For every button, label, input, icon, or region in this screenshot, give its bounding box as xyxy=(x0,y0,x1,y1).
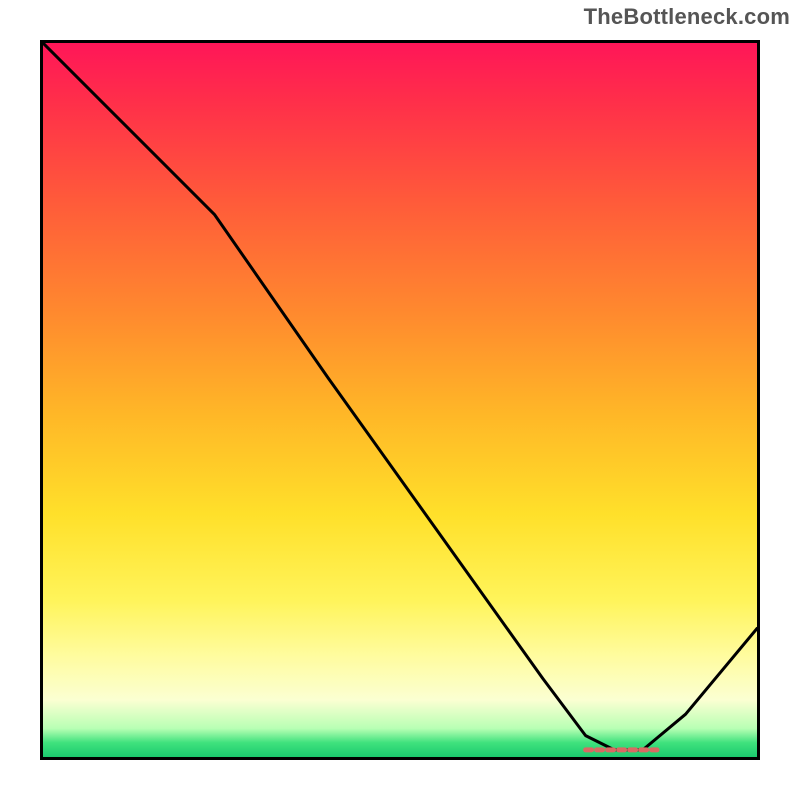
watermark-text: TheBottleneck.com xyxy=(584,4,790,30)
curve-layer xyxy=(43,43,757,757)
bottleneck-curve-path xyxy=(43,43,757,750)
plot-area xyxy=(40,40,760,760)
chart-canvas: TheBottleneck.com xyxy=(0,0,800,800)
